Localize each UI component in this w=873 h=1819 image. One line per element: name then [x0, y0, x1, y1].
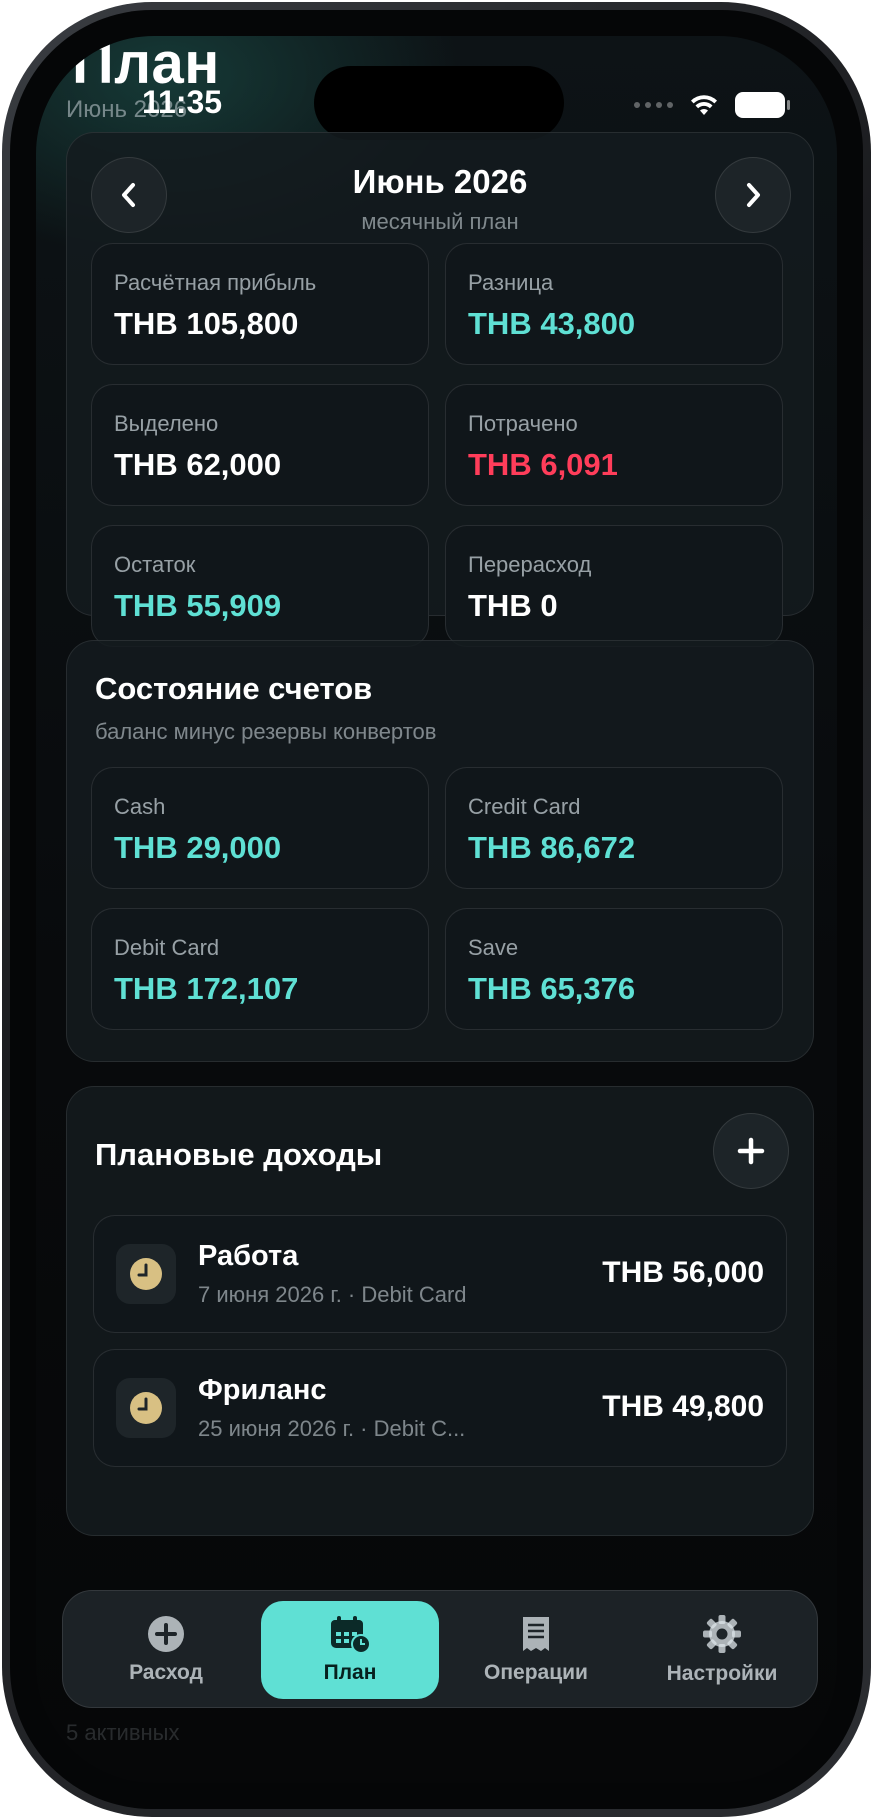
clock-icon: [130, 1258, 162, 1290]
wifi-icon: [691, 95, 717, 115]
stat-tile-estimated-profit: Расчётная прибыль THB 105,800: [91, 243, 429, 365]
receipt-icon: [523, 1617, 549, 1651]
account-tile-debit-card[interactable]: Debit Card THB 172,107: [91, 908, 429, 1030]
income-meta: 7 июня 2026 г. · Debit Card: [198, 1282, 467, 1307]
stat-value: THB 43,800: [468, 306, 636, 341]
stat-label: Расчётная прибыль: [114, 270, 317, 295]
income-meta: 25 июня 2026 г. · Debit C...: [198, 1416, 466, 1441]
stat-value: THB 6,091: [468, 447, 618, 482]
chevron-right-icon: [747, 183, 760, 207]
tab-label: Настройки: [666, 1662, 778, 1685]
tab-settings[interactable]: Настройки: [633, 1601, 811, 1699]
account-tile-save[interactable]: Save THB 65,376: [445, 908, 783, 1030]
stat-tile-allocated: Выделено THB 62,000: [91, 384, 429, 506]
income-amount: THB 56,000: [602, 1256, 764, 1289]
planned-income-card: Плановые доходы Работа 7 июня 2026 г. · …: [66, 1086, 814, 1536]
income-title-text: Работа: [198, 1240, 299, 1272]
screen: План Июнь 2026 11:35 Июнь 2026 месячный …: [36, 36, 837, 1783]
stat-value: THB 105,800: [114, 306, 299, 341]
month-subtitle: месячный план: [361, 209, 519, 234]
income-amount: THB 49,800: [602, 1390, 764, 1423]
tab-operations[interactable]: Операции: [447, 1601, 625, 1699]
phone-frame: План Июнь 2026 11:35 Июнь 2026 месячный …: [2, 2, 871, 1817]
account-tile-cash[interactable]: Cash THB 29,000: [91, 767, 429, 889]
status-indicators: [634, 92, 790, 118]
plus-icon: [737, 1137, 765, 1165]
tab-expense[interactable]: Расход: [77, 1601, 255, 1699]
stat-tile-remaining: Остаток THB 55,909: [91, 525, 429, 647]
income-row[interactable]: Работа 7 июня 2026 г. · Debit Card THB 5…: [93, 1215, 787, 1333]
account-label: Debit Card: [114, 935, 220, 960]
stat-value: THB 62,000: [114, 447, 282, 482]
stat-tile-difference: Разница THB 43,800: [445, 243, 783, 365]
status-time: 11:35: [142, 84, 223, 120]
stat-label: Разница: [468, 270, 554, 295]
tab-label: План: [323, 1661, 377, 1684]
account-label: Cash: [114, 794, 166, 819]
stat-label: Потрачено: [468, 411, 578, 436]
tab-bar: Расход План Операции Настройки: [62, 1590, 818, 1708]
account-value: THB 172,107: [114, 971, 299, 1006]
account-value: THB 86,672: [468, 830, 636, 865]
signal-dots-icon: [634, 102, 673, 108]
month-plan-card: Июнь 2026 месячный план Расчётная прибыл…: [66, 132, 814, 647]
stat-tile-spent: Потрачено THB 6,091: [445, 384, 783, 506]
stat-value: THB 55,909: [114, 588, 282, 623]
stat-label: Выделено: [114, 411, 219, 436]
add-income-button[interactable]: [713, 1113, 789, 1189]
next-month-button[interactable]: [715, 157, 791, 233]
stat-label: Остаток: [114, 552, 196, 577]
stat-label: Перерасход: [468, 552, 592, 577]
clock-icon: [130, 1392, 162, 1424]
gear-icon: [703, 1615, 741, 1653]
calendar-clock-icon: [331, 1616, 371, 1653]
accounts-title: Состояние счетов: [95, 671, 373, 706]
plus-circle-icon: [148, 1616, 184, 1652]
battery-icon: [735, 92, 790, 118]
tab-label: Расход: [129, 1661, 203, 1684]
income-title: Плановые доходы: [95, 1137, 383, 1172]
phone-bezel: План Июнь 2026 11:35 Июнь 2026 месячный …: [10, 10, 863, 1809]
month-title: Июнь 2026: [352, 163, 528, 200]
income-title-text: Фриланс: [198, 1374, 327, 1406]
accounts-subtitle: баланс минус резервы конвертов: [95, 719, 437, 744]
accounts-card: Состояние счетов баланс минус резервы ко…: [66, 640, 814, 1062]
income-row[interactable]: Фриланс 25 июня 2026 г. · Debit C... THB…: [93, 1349, 787, 1467]
row-icon-box: [116, 1244, 176, 1304]
stat-value: THB 0: [468, 588, 558, 623]
account-tile-credit-card[interactable]: Credit Card THB 86,672: [445, 767, 783, 889]
account-label: Credit Card: [468, 794, 581, 819]
dynamic-island: [314, 66, 564, 140]
row-icon-box: [116, 1378, 176, 1438]
stat-tile-overspend: Перерасход THB 0: [445, 525, 783, 647]
account-value: THB 65,376: [468, 971, 636, 1006]
account-label: Save: [468, 935, 519, 960]
hidden-caption: 5 активных: [66, 1720, 180, 1745]
tab-label: Операции: [484, 1661, 588, 1684]
account-value: THB 29,000: [114, 830, 282, 865]
tab-plan[interactable]: План: [261, 1601, 439, 1699]
